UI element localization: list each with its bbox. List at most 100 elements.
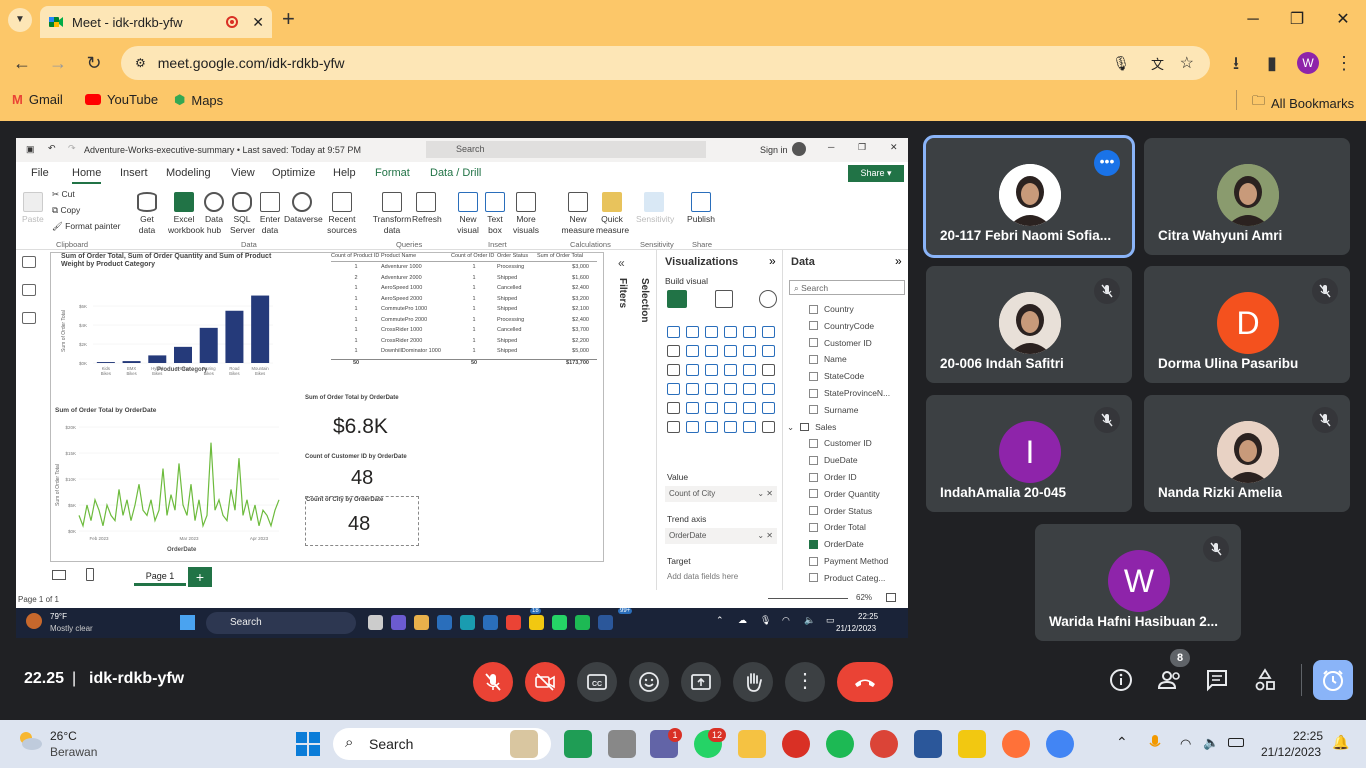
tab-optimize[interactable]: Optimize: [272, 167, 315, 179]
selection-pane-label[interactable]: Selection: [636, 278, 650, 338]
pbi-search[interactable]: Search: [426, 141, 706, 158]
viz-type-icon[interactable]: [667, 364, 680, 376]
viz-type-icon[interactable]: [724, 364, 737, 376]
table-row[interactable]: 1 CommutePro 1000 1 Shipped $2,100: [331, 304, 597, 315]
tab-home[interactable]: Home: [72, 167, 102, 184]
pbi-close[interactable]: ✕: [890, 142, 898, 153]
table-row[interactable]: 1 DownhillDominator 1000 1 Shipped $5,000: [331, 346, 597, 357]
inner-tray-icon[interactable]: 🎙: [760, 615, 771, 626]
bar[interactable]: [174, 346, 192, 363]
table-header-cell[interactable]: Count of Product ID: [331, 253, 381, 259]
viz-type-icon[interactable]: [686, 421, 699, 433]
site-info-icon[interactable]: ⚙: [135, 56, 146, 70]
excel-button[interactable]: Excel workbook: [168, 192, 204, 236]
inner-app-icon[interactable]: [460, 615, 475, 630]
share-button[interactable]: Share ▾: [848, 165, 904, 182]
inner-app-icon[interactable]: [552, 615, 567, 630]
viz-type-icon[interactable]: [724, 421, 737, 433]
table-row[interactable]: 1 CommutePro 2000 1 Processing $2,400: [331, 315, 597, 326]
field-checkbox[interactable]: [809, 455, 818, 465]
filters-pane-label[interactable]: Filters: [614, 278, 628, 338]
sales-field[interactable]: Order ID: [809, 472, 857, 482]
participant-tile[interactable]: I IndahAmalia 20-045: [926, 395, 1132, 512]
meeting-info-icon[interactable]: [1108, 667, 1134, 693]
tray-mic-icon[interactable]: [1148, 734, 1162, 752]
line-chart[interactable]: $0K $5K $10K $15K $20K Sum of Order Total Feb …: [53, 415, 287, 543]
field-checkbox[interactable]: [809, 438, 818, 448]
tab-close-icon[interactable]: ✕: [252, 14, 264, 31]
viz-type-icon[interactable]: [724, 383, 737, 395]
refresh-button[interactable]: Refresh: [412, 192, 442, 225]
data-expand-icon[interactable]: »: [895, 254, 902, 268]
viz-type-icon[interactable]: [705, 326, 718, 338]
redo-icon[interactable]: ↷: [68, 143, 76, 154]
firefox-icon[interactable]: [1002, 730, 1030, 758]
people-icon[interactable]: [1156, 667, 1184, 693]
mobile-view-icon[interactable]: [86, 568, 94, 581]
sign-in-link[interactable]: Sign in: [760, 145, 788, 155]
table-row[interactable]: 1 CrossRider 1000 1 Cancelled $3,700: [331, 325, 597, 336]
viz-type-icon[interactable]: [705, 383, 718, 395]
data-table[interactable]: Count of Product ID Product Name Count of …: [331, 253, 597, 369]
target-drop-zone[interactable]: Add data fields here: [667, 572, 738, 581]
field-checkbox[interactable]: [809, 539, 818, 549]
side-panel-icon[interactable]: ▮: [1259, 50, 1285, 76]
menu-icon[interactable]: ⋮: [1331, 50, 1357, 76]
field-checkbox[interactable]: [809, 573, 818, 583]
viz-type-icon[interactable]: [762, 326, 775, 338]
field-checkbox[interactable]: [809, 354, 818, 364]
data-field[interactable]: CountryCode: [809, 321, 874, 331]
card-order-total-value[interactable]: $6.8K: [333, 415, 388, 439]
field-checkbox[interactable]: [809, 472, 818, 482]
more-visuals-button[interactable]: More visuals: [510, 192, 542, 236]
tab-insert[interactable]: Insert: [120, 167, 148, 179]
maximize-button[interactable]: ❐: [1284, 8, 1310, 32]
inner-app-icon[interactable]: [368, 615, 383, 630]
cat-app-icon[interactable]: [782, 730, 810, 758]
text-box-button[interactable]: Text box: [484, 192, 506, 236]
tab-help[interactable]: Help: [333, 167, 356, 179]
browser-tab[interactable]: Meet - idk-rdkb-yfw ✕: [40, 6, 272, 38]
table-row[interactable]: 1 AeroSpeed 2000 1 Shipped $3,200: [331, 294, 597, 305]
tab-view[interactable]: View: [231, 167, 255, 179]
cut-button[interactable]: ✂ Cut: [52, 189, 75, 200]
field-checkbox[interactable]: [809, 388, 818, 398]
profile-avatar[interactable]: W: [1297, 52, 1319, 74]
participant-tile[interactable]: 20-006 Indah Safitri: [926, 266, 1132, 383]
participant-tile[interactable]: 20-117 Febri Naomi Sofia... •••: [923, 135, 1135, 258]
undo-icon[interactable]: ↶: [48, 143, 56, 154]
model-view-icon[interactable]: [22, 312, 36, 324]
bar[interactable]: [225, 310, 244, 363]
field-checkbox[interactable]: [809, 522, 818, 532]
table-view-icon[interactable]: [22, 284, 36, 296]
inner-tray-icon[interactable]: ◠: [782, 615, 790, 626]
captions-button[interactable]: CC: [577, 662, 617, 702]
inner-app-icon[interactable]: [483, 615, 498, 630]
sales-field[interactable]: Order Status: [809, 506, 872, 516]
bar[interactable]: [199, 327, 218, 363]
viz-type-icon[interactable]: [667, 326, 680, 338]
inner-app-icon[interactable]: [414, 615, 429, 630]
viz-type-icon[interactable]: [705, 402, 718, 414]
table-row[interactable]: 1 AeroSpeed 1000 1 Cancelled $2,400: [331, 283, 597, 294]
fit-page-icon[interactable]: [886, 593, 896, 602]
add-page-button[interactable]: +: [188, 567, 212, 587]
inner-start-icon[interactable]: [180, 615, 195, 630]
participant-tile[interactable]: W Warida Hafni Hasibuan 2...: [1035, 524, 1241, 641]
tab-modeling[interactable]: Modeling: [166, 167, 211, 179]
activities-icon[interactable]: [1252, 667, 1278, 693]
field-checkbox[interactable]: [809, 489, 818, 499]
bar[interactable]: [148, 355, 167, 363]
field-checkbox[interactable]: [809, 506, 818, 516]
sql-button[interactable]: SQL Server: [230, 192, 255, 236]
table-header-cell[interactable]: Sum of Order Total: [537, 253, 589, 259]
data-hub-button[interactable]: Data hub: [202, 192, 226, 236]
viz-type-icon[interactable]: [743, 364, 756, 376]
mic-icon[interactable]: 🎙: [1112, 55, 1130, 72]
inner-tray-icon[interactable]: 🔈: [804, 615, 815, 626]
pbi-minimize[interactable]: ─: [828, 142, 834, 152]
file-explorer-sand-icon[interactable]: [510, 730, 538, 758]
table-header-cell[interactable]: Product Name: [381, 253, 451, 259]
data-field[interactable]: Name: [809, 354, 847, 364]
field-checkbox[interactable]: [809, 405, 818, 415]
